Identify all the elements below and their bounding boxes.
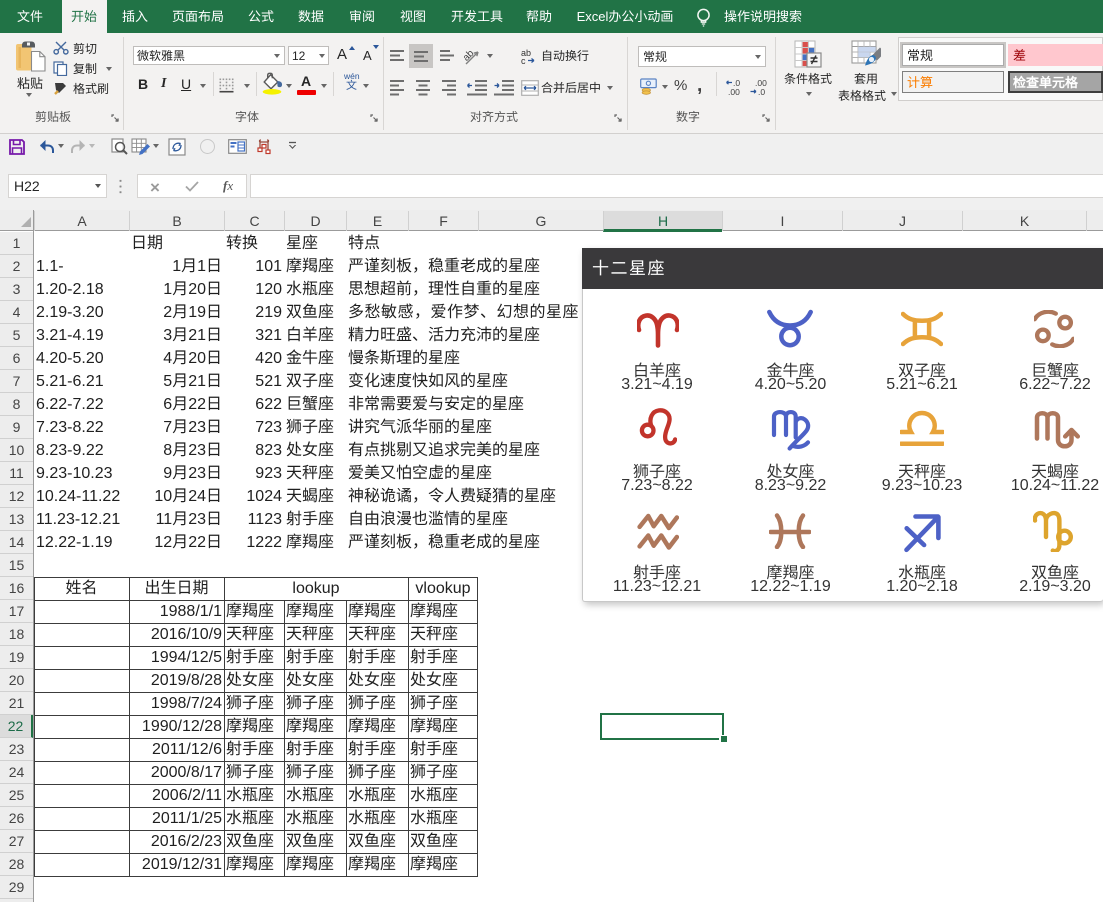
svg-text:ab: ab bbox=[464, 48, 477, 64]
svg-text:c: c bbox=[521, 56, 526, 64]
svg-text:.0: .0 bbox=[758, 87, 765, 96]
svg-text:.00: .00 bbox=[728, 87, 740, 96]
